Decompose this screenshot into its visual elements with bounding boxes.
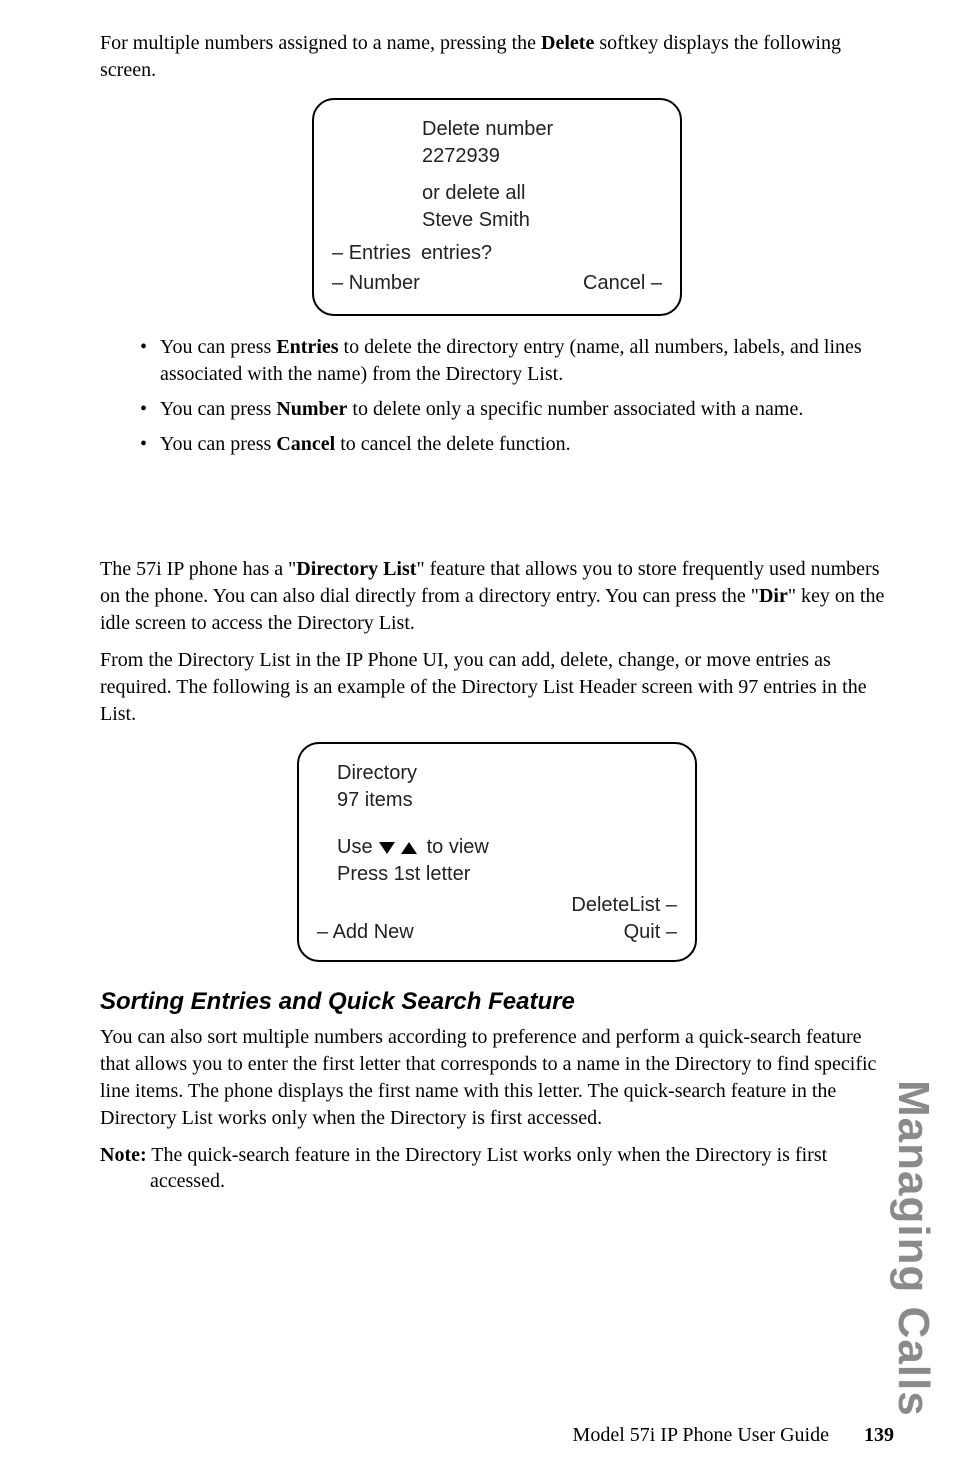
subheading-sorting: Sorting Entries and Quick Search Feature [100, 988, 894, 1016]
arrow-down-icon [379, 842, 395, 854]
scr1-line3: or delete all [422, 180, 662, 207]
intro-pre: For multiple numbers assigned to a name,… [100, 32, 541, 54]
scr2-use-post: to view [427, 834, 489, 861]
sorting-paragraph: You can also sort multiple numbers accor… [100, 1024, 894, 1132]
scr2-press: Press 1st letter [337, 861, 677, 888]
footer: Model 57i IP Phone User Guide 139 [573, 1424, 894, 1447]
intro-paragraph: For multiple numbers assigned to a name,… [100, 30, 894, 84]
scr1-line1: Delete number [422, 116, 662, 143]
scr1-line2: 2272939 [422, 143, 662, 170]
addnew-softkey[interactable]: – Add New [317, 919, 414, 946]
bullet-cancel: You can press Cancel to cancel the delet… [140, 431, 894, 458]
bullet-list: You can press Entries to delete the dire… [140, 334, 894, 458]
note-text: The quick-search feature in the Director… [147, 1144, 828, 1192]
cancel-softkey[interactable]: Cancel – [583, 270, 662, 297]
deletelist-softkey[interactable]: DeleteList – [571, 892, 677, 919]
intro-bold: Delete [541, 32, 594, 54]
footer-text: Model 57i IP Phone User Guide [573, 1424, 829, 1446]
directory-paragraph-1: The 57i IP phone has a "Directory List" … [100, 556, 894, 637]
footer-page: 139 [864, 1424, 894, 1446]
phone-screen-delete: Delete number 2272939 or delete all Stev… [312, 98, 682, 316]
bullet-entries: You can press Entries to delete the dire… [140, 334, 894, 388]
entries-softkey[interactable]: – Entries [332, 240, 411, 267]
scr2-count: 97 items [337, 787, 677, 814]
scr1-entries-tail: entries? [411, 240, 662, 267]
scr2-use-pre: Use [337, 834, 373, 861]
scr2-title: Directory [337, 760, 677, 787]
note-paragraph: Note: The quick-search feature in the Di… [100, 1142, 894, 1194]
number-softkey[interactable]: – Number [332, 270, 420, 297]
arrow-up-icon [401, 842, 417, 854]
side-tab: Managing Calls [888, 1080, 938, 1417]
quit-softkey[interactable]: Quit – [624, 919, 677, 946]
bullet-number: You can press Number to delete only a sp… [140, 396, 894, 423]
directory-paragraph-2: From the Directory List in the IP Phone … [100, 647, 894, 728]
phone-screen-directory: Directory 97 items Use to view Press 1st… [297, 742, 697, 962]
scr1-line4: Steve Smith [422, 207, 662, 234]
note-label: Note: [100, 1144, 147, 1166]
